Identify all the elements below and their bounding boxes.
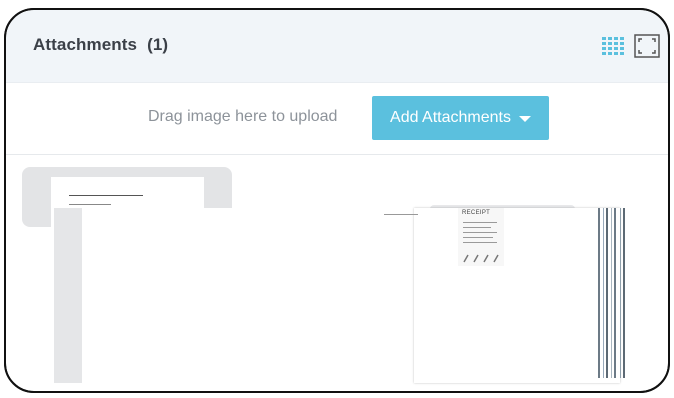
fullscreen-icon <box>634 34 660 58</box>
receipt-title: RECEIPT <box>462 210 491 216</box>
fullscreen-button[interactable] <box>634 34 660 58</box>
grid-view-icon <box>602 37 624 55</box>
receipt-preview <box>384 208 620 383</box>
caret-down-icon <box>518 116 531 122</box>
panel-title-text: Attachments <box>33 35 138 54</box>
panel-title: Attachments (1) <box>33 35 168 55</box>
drag-drop-hint: Drag image here to upload <box>148 108 338 125</box>
add-attachments-label: Add Attachments <box>390 109 511 126</box>
add-attachments-button[interactable]: Add Attachments <box>372 96 549 140</box>
viewer-left-margin <box>54 208 82 383</box>
preview-text-line <box>384 214 418 215</box>
receipt-line <box>463 227 491 228</box>
receipt-line <box>463 232 497 233</box>
receipt-line <box>463 237 493 238</box>
attachment-count: (1) <box>147 35 169 54</box>
doc-text-line <box>69 204 111 205</box>
receipt-image[interactable]: RECEIPT <box>458 208 504 266</box>
upload-bar: Drag image here to upload Add Attachment… <box>6 82 668 155</box>
receipt-line <box>463 242 497 243</box>
receipt-line <box>463 222 497 223</box>
grid-view-button[interactable] <box>602 37 624 55</box>
panel-header: Attachments (1) <box>6 10 668 83</box>
doc-text-line <box>69 195 143 196</box>
striped-preview-edge <box>598 208 625 378</box>
receipt-torn-edge-icon <box>463 254 499 263</box>
